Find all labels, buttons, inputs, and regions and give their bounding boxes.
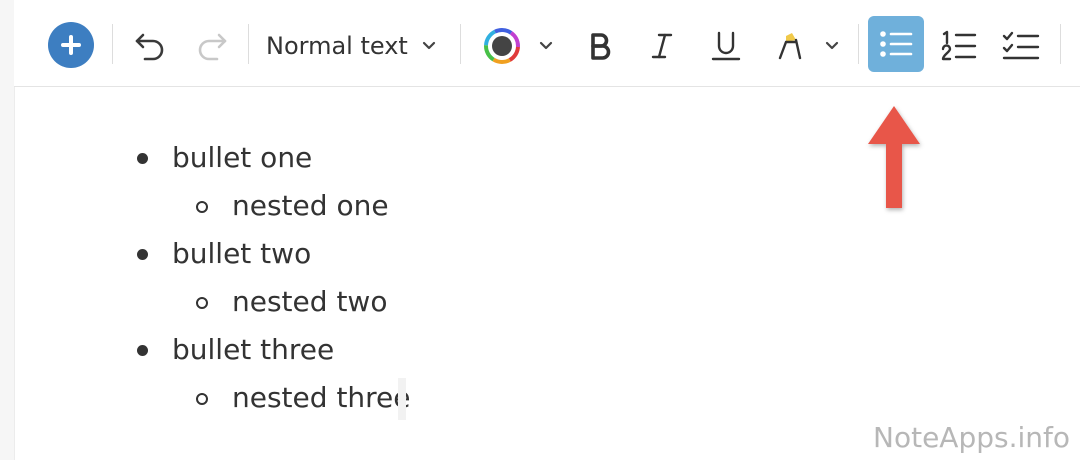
underline-icon (711, 31, 741, 61)
highlighter-icon (778, 33, 802, 60)
add-button[interactable] (48, 22, 94, 68)
list-item[interactable]: bullet three (172, 333, 334, 366)
bulleted-list-icon (880, 31, 913, 57)
bullet-marker (137, 249, 148, 260)
underline-button[interactable] (704, 24, 748, 68)
chevron-down-icon (825, 41, 839, 50)
toolbar-separator (1060, 24, 1061, 64)
undo-button[interactable] (128, 24, 172, 68)
text-color-dropdown[interactable] (534, 30, 558, 62)
bold-icon (591, 33, 611, 60)
toolbar-separator (248, 24, 249, 64)
toolbar-separator (858, 24, 859, 64)
plus-icon (61, 35, 81, 55)
redo-button[interactable] (190, 24, 234, 68)
highlight-button[interactable] (768, 24, 812, 68)
text-cursor (398, 378, 406, 420)
numbered-list-button[interactable] (934, 24, 984, 68)
chevron-down-icon (422, 41, 435, 50)
nested-bullet-marker (196, 297, 208, 309)
italic-icon (651, 33, 673, 59)
highlight-dropdown[interactable] (820, 30, 844, 62)
list-item[interactable]: nested two (232, 285, 387, 318)
list-item[interactable]: nested three (232, 381, 411, 414)
bold-button[interactable] (578, 24, 622, 68)
nested-bullet-marker (196, 393, 208, 405)
checklist-icon (1002, 31, 1040, 60)
bulleted-list-button[interactable] (868, 16, 924, 72)
italic-button[interactable] (640, 24, 684, 68)
formatting-toolbar: Normal text (14, 0, 1080, 87)
text-color-button[interactable] (480, 24, 524, 68)
list-item[interactable]: bullet two (172, 237, 311, 270)
checklist-button[interactable] (996, 24, 1046, 68)
bullet-marker (137, 345, 148, 356)
toolbar-separator (460, 24, 461, 64)
list-item[interactable]: nested one (232, 189, 389, 222)
redo-icon (198, 33, 227, 61)
toolbar-separator (112, 24, 113, 64)
text-style-dropdown[interactable]: Normal text (266, 24, 456, 68)
annotation-arrow-icon (868, 106, 920, 208)
bullet-marker (137, 153, 148, 164)
numbered-list-icon (941, 30, 977, 61)
color-wheel-icon (484, 28, 520, 64)
undo-icon (135, 33, 164, 61)
text-style-label: Normal text (266, 32, 408, 60)
chevron-down-icon (539, 41, 553, 50)
list-item[interactable]: bullet one (172, 141, 312, 174)
nested-bullet-marker (196, 201, 208, 213)
watermark: NoteApps.info (873, 421, 1070, 454)
